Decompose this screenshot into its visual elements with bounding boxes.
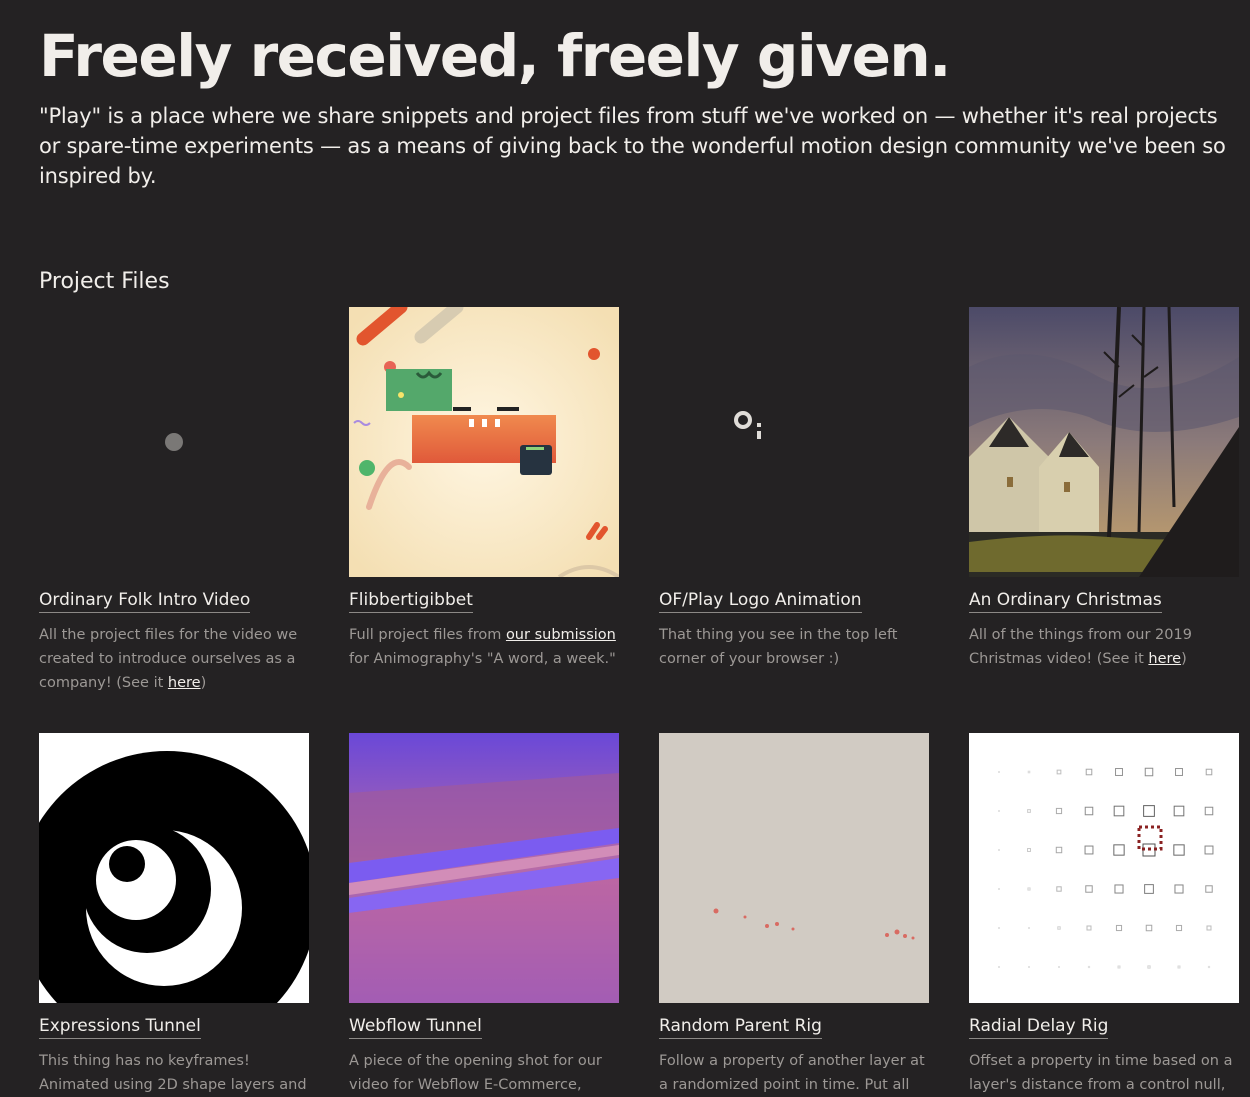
thumbnail-webflow-tunnel[interactable] [349,733,619,1003]
card-description: All of the things from our 2019 Christma… [969,627,1192,667]
submission-link[interactable]: our submission [506,627,616,643]
project-card-random-parent-rig: Random Parent Rig Follow a property of a… [659,733,929,1097]
intro-paragraph: "Play" is a place where we share snippet… [39,104,1226,188]
card-title-link[interactable]: Random Parent Rig [659,1015,822,1039]
project-card-expressions-tunnel: Expressions Tunnel This thing has no key… [39,733,309,1097]
thumbnail-radial-delay-rig[interactable] [969,733,1239,1003]
see-it-here-link[interactable]: here [1148,651,1181,667]
thumbnail-expressions-tunnel[interactable] [39,733,309,1003]
card-title-link[interactable]: Expressions Tunnel [39,1015,201,1039]
card-title-link[interactable]: Flibbertigibbet [349,589,473,613]
project-card-flibbertigibbet: Flibbertigibbet Full project files from … [349,307,619,671]
card-description: Follow a property of another layer at a … [659,1053,925,1093]
card-title-link[interactable]: Ordinary Folk Intro Video [39,589,251,613]
page-title: Freely received, freely given. [39,22,951,90]
card-description: This thing has no keyframes! Animated us… [39,1053,307,1093]
see-it-here-link[interactable]: here [168,675,201,691]
project-card-radial-delay-rig: Radial Delay Rig Offset a property in ti… [969,733,1239,1097]
thumbnail-ordinary-folk-intro[interactable] [39,307,309,577]
card-description: Full project files from our submission f… [349,627,616,667]
section-title: Project Files [39,269,170,294]
thumbnail-random-parent-rig[interactable] [659,733,929,1003]
thumbnail-ordinary-christmas[interactable] [969,307,1239,577]
card-description: A piece of the opening shot for our vide… [349,1053,602,1093]
card-title-link[interactable]: OF/Play Logo Animation [659,589,862,613]
card-description: All the project files for the video we c… [39,627,298,691]
project-card-of-play-logo: OF/Play Logo Animation That thing you se… [659,307,929,671]
project-card-ordinary-christmas: An Ordinary Christmas All of the things … [969,307,1239,671]
card-description: Offset a property in time based on a lay… [969,1053,1233,1093]
project-card-webflow-tunnel: Webflow Tunnel A piece of the opening sh… [349,733,619,1097]
thumbnail-flibbertigibbet[interactable] [349,307,619,577]
card-description: That thing you see in the top left corne… [659,627,898,667]
thumbnail-of-play-logo[interactable] [659,307,929,577]
card-title-link[interactable]: Webflow Tunnel [349,1015,482,1039]
card-title-link[interactable]: An Ordinary Christmas [969,589,1162,613]
project-card-ordinary-folk-intro: Ordinary Folk Intro Video All the projec… [39,307,309,695]
card-title-link[interactable]: Radial Delay Rig [969,1015,1109,1039]
